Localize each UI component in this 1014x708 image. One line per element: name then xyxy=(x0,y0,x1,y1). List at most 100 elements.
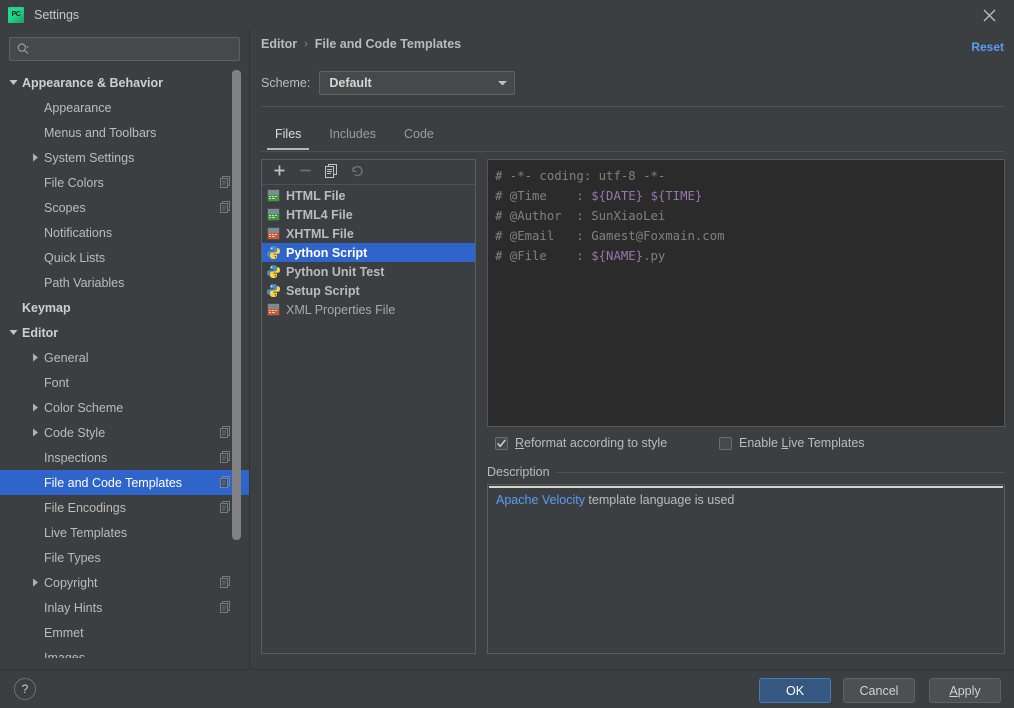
undo-icon xyxy=(350,164,364,181)
chevron-right-icon[interactable] xyxy=(30,577,41,588)
copy-settings-icon xyxy=(220,201,231,213)
reformat-according-to-style-checkbox[interactable]: Reformat according to style xyxy=(495,436,667,450)
sidebar-item-notifications[interactable]: Notifications xyxy=(0,220,249,245)
enable-live-templates-checkbox[interactable]: Enable Live Templates xyxy=(719,436,865,450)
template-list-item[interactable]: Setup Script xyxy=(262,281,475,300)
pycharm-icon-text: PC xyxy=(11,11,21,18)
sidebar-item-file-and-code-templates[interactable]: File and Code Templates xyxy=(0,470,249,495)
template-list-item[interactable]: Python Script xyxy=(262,243,475,262)
chevron-right-icon[interactable] xyxy=(30,352,41,363)
chevron-right-icon[interactable] xyxy=(30,402,41,413)
add-template-button[interactable] xyxy=(267,161,291,183)
template-list-item[interactable]: HTML4 File xyxy=(262,205,475,224)
sidebar-item-copyright[interactable]: Copyright xyxy=(0,570,249,595)
sidebar-item-keymap[interactable]: Keymap xyxy=(0,295,249,320)
sidebar-item-editor[interactable]: Editor xyxy=(0,320,249,345)
sidebar-item-general[interactable]: General xyxy=(0,345,249,370)
sidebar-item-file-colors[interactable]: File Colors xyxy=(0,170,249,195)
template-tabs[interactable]: Files Includes Code xyxy=(261,123,448,150)
chevron-down-icon[interactable] xyxy=(8,77,19,88)
sidebar-item-file-types[interactable]: File Types xyxy=(0,545,249,570)
sidebar-item-file-encodings[interactable]: File Encodings xyxy=(0,495,249,520)
sidebar-item-code-style[interactable]: Code Style xyxy=(0,420,249,445)
code-comment: .py xyxy=(643,249,666,263)
html-file-icon xyxy=(266,207,281,222)
template-list-item-label: XML Properties File xyxy=(286,302,396,317)
template-list-item[interactable]: XML Properties File xyxy=(262,300,475,319)
sidebar-item-live-templates[interactable]: Live Templates xyxy=(0,520,249,545)
close-icon[interactable] xyxy=(978,4,1000,26)
template-list-item[interactable]: Python Unit Test xyxy=(262,262,475,281)
help-button[interactable]: ? xyxy=(14,678,36,700)
template-editor[interactable]: # -*- coding: utf-8 -*- # @Time : ${DATE}… xyxy=(487,159,1005,427)
description-title: Description xyxy=(487,465,550,479)
template-list-item-label: XHTML File xyxy=(286,226,354,241)
code-comment: # @Time : xyxy=(495,189,592,203)
template-list[interactable]: HTML File HTML4 File XHTML File Python Scri… xyxy=(262,185,475,319)
sidebar-item-label: File and Code Templates xyxy=(44,475,183,490)
sidebar-scrollbar-track[interactable] xyxy=(232,70,245,658)
code-line: # @Email : Gamest@Foxmain.com xyxy=(495,226,1004,246)
apache-velocity-link[interactable]: Apache Velocity xyxy=(496,493,585,507)
sidebar-item-quick-lists[interactable]: Quick Lists xyxy=(0,245,249,270)
sidebar-item-font[interactable]: Font xyxy=(0,370,249,395)
search-box[interactable] xyxy=(9,37,240,61)
scheme-select[interactable]: Default xyxy=(319,71,516,95)
sidebar-scrollbar-thumb[interactable] xyxy=(232,70,241,540)
description-rule xyxy=(555,471,1005,473)
python-file-icon xyxy=(266,245,281,260)
apply-label-rest: pply xyxy=(957,683,981,698)
copy-icon xyxy=(324,163,338,181)
sidebar-item-label: Font xyxy=(44,375,70,390)
minus-icon xyxy=(299,164,312,180)
copy-settings-icon xyxy=(220,476,231,488)
sidebar-item-label: Code Style xyxy=(44,425,106,440)
code-line: # @Author : SunXiaoLei xyxy=(495,206,1004,226)
sidebar-item-system-settings[interactable]: System Settings xyxy=(0,145,249,170)
sidebar-item-label: Inlay Hints xyxy=(44,600,103,615)
apply-button[interactable]: Apply xyxy=(929,678,1001,703)
ok-button[interactable]: OK xyxy=(759,678,831,703)
python-file-icon xyxy=(266,283,281,298)
tab-files[interactable]: Files xyxy=(261,123,315,150)
settings-tree[interactable]: Appearance & Behavior Appearance Menus and… xyxy=(0,70,249,658)
sidebar-item-menus-and-toolbars[interactable]: Menus and Toolbars xyxy=(0,120,249,145)
code-line: # -*- coding: utf-8 -*- xyxy=(495,166,1004,186)
copy-template-button[interactable] xyxy=(319,161,343,183)
tab-includes[interactable]: Includes xyxy=(315,123,390,150)
xml-file-icon xyxy=(266,302,281,317)
sidebar-item-inspections[interactable]: Inspections xyxy=(0,445,249,470)
sidebar-item-color-scheme[interactable]: Color Scheme xyxy=(0,395,249,420)
sidebar-item-appearance-behavior[interactable]: Appearance & Behavior xyxy=(0,70,249,95)
sidebar-item-label: Color Scheme xyxy=(44,400,124,415)
code-comment: # @Email : Gamest@Foxmain.com xyxy=(495,229,725,243)
sidebar-item-appearance[interactable]: Appearance xyxy=(0,95,249,120)
chevron-down-icon[interactable] xyxy=(8,327,19,338)
sidebar-item-scopes[interactable]: Scopes xyxy=(0,195,249,220)
sidebar-item-images[interactable]: Images xyxy=(0,645,249,659)
template-list-item[interactable]: XHTML File xyxy=(262,224,475,243)
label-lead: Enable xyxy=(739,436,782,450)
template-list-item-label: HTML File xyxy=(286,188,346,203)
template-variable: ${DATE} ${TIME} xyxy=(591,189,703,203)
sidebar-item-label: Appearance xyxy=(44,100,112,115)
template-list-item-label: Setup Script xyxy=(286,283,360,298)
search-input[interactable] xyxy=(30,42,233,56)
sidebar-item-label: Live Templates xyxy=(44,525,128,540)
sidebar-item-label: File Encodings xyxy=(44,500,126,515)
breadcrumb-parent[interactable]: Editor xyxy=(261,37,297,51)
sidebar-item-label: Scopes xyxy=(44,200,86,215)
sidebar-item-emmet[interactable]: Emmet xyxy=(0,620,249,645)
chevron-right-icon[interactable] xyxy=(30,427,41,438)
chevron-right-icon[interactable] xyxy=(30,152,41,163)
sidebar-item-label: Inspections xyxy=(44,450,108,465)
checkbox-box xyxy=(719,436,732,450)
template-list-item[interactable]: HTML File xyxy=(262,186,475,205)
cancel-button[interactable]: Cancel xyxy=(843,678,915,703)
tab-code[interactable]: Code xyxy=(390,123,448,150)
description-box[interactable]: Apache Velocity template language is use… xyxy=(487,484,1005,654)
sidebar-item-inlay-hints[interactable]: Inlay Hints xyxy=(0,595,249,620)
sidebar-item-path-variables[interactable]: Path Variables xyxy=(0,270,249,295)
